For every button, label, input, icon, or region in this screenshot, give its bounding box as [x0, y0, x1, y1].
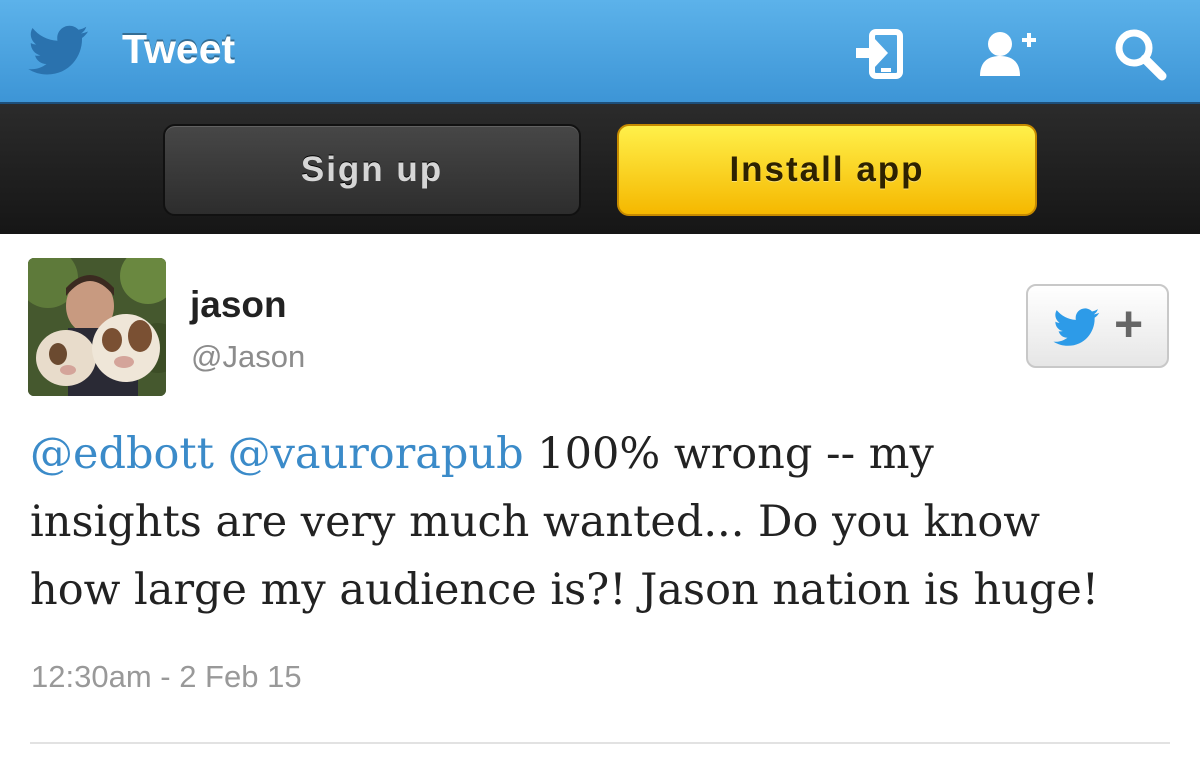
twitter-bird-icon	[1053, 308, 1100, 346]
install-app-button[interactable]: Install app	[617, 124, 1037, 216]
screen-name[interactable]: @Jason	[191, 339, 305, 375]
divider	[30, 742, 1170, 744]
follow-plus-label: +	[1114, 296, 1144, 352]
follow-button[interactable]: +	[1026, 284, 1169, 368]
mention-link[interactable]: @vaurorapub	[228, 429, 524, 479]
display-name[interactable]: jason	[190, 284, 287, 326]
tweet-text-line: insights are very much wanted... Do you …	[30, 497, 1041, 547]
tweet-text-line: how large my audience is?! Jason nation …	[30, 565, 1100, 615]
top-bar: Tweet	[0, 0, 1200, 104]
tweet-text-segment: 100% wrong -- my	[523, 429, 934, 479]
avatar-image	[28, 258, 166, 396]
avatar[interactable]	[28, 258, 166, 396]
twitter-bird-icon[interactable]	[26, 20, 92, 80]
timestamp[interactable]: 12:30am - 2 Feb 15	[31, 659, 302, 695]
sign-up-button[interactable]: Sign up	[163, 124, 581, 216]
follow-user-icon[interactable]	[978, 24, 1038, 84]
tweet-text: @edbott @vaurorapub 100% wrong -- my ins…	[30, 420, 1180, 624]
search-icon[interactable]	[1110, 24, 1170, 84]
sign-in-icon[interactable]	[850, 24, 910, 84]
action-bar: Sign up Install app	[0, 104, 1200, 234]
tweet-text-line: @edbott @vaurorapub 100% wrong -- my	[30, 420, 1180, 488]
tweet-card: jason @Jason + @edbott @vaurorapub 100% …	[0, 234, 1200, 762]
page-title: Tweet	[122, 26, 236, 72]
mention-link[interactable]: @edbott	[30, 429, 214, 479]
